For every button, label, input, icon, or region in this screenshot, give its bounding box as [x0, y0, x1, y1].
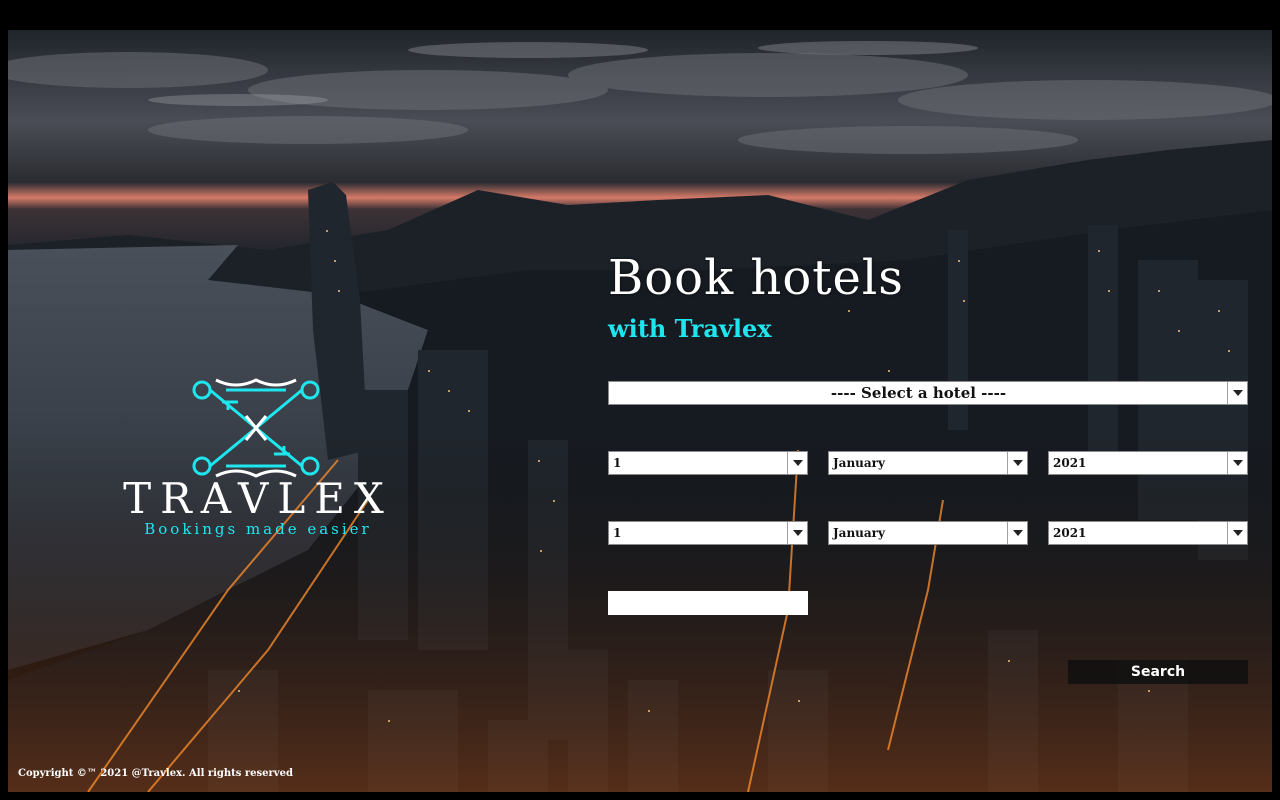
checkout-month-select[interactable]: January	[828, 521, 1028, 545]
checkout-year-value: 2021	[1053, 526, 1087, 540]
checkin-day-select[interactable]: 1	[608, 451, 808, 475]
checkin-day-value: 1	[613, 456, 622, 470]
logo-wordmark: TRAVLEX	[123, 474, 393, 523]
chevron-down-icon[interactable]	[1227, 522, 1247, 544]
chevron-down-icon[interactable]	[1227, 382, 1247, 404]
search-button[interactable]: Search	[1068, 660, 1248, 684]
checkin-month-value: January	[833, 456, 885, 470]
chevron-down-icon[interactable]	[1007, 522, 1027, 544]
brand-logo: TRAVLEX Bookings made easier	[106, 376, 410, 546]
hotel-select[interactable]: ---- Select a hotel ----	[608, 381, 1248, 405]
copyright-text: Copyright ©™ 2021 @Travlex. All rights r…	[18, 768, 293, 779]
chevron-down-icon[interactable]	[787, 452, 807, 474]
checkout-month-value: January	[833, 526, 885, 540]
checkout-day-select[interactable]: 1	[608, 521, 808, 545]
checkout-day-value: 1	[613, 526, 622, 540]
chevron-down-icon[interactable]	[787, 522, 807, 544]
logo-tagline: Bookings made easier	[144, 520, 372, 538]
background-photo: TRAVLEX Bookings made easier Book hotels…	[8, 30, 1272, 792]
checkin-year-select[interactable]: 2021	[1048, 451, 1248, 475]
crossed-keys-icon	[192, 378, 320, 478]
page-title: Book hotels	[608, 250, 904, 306]
page-subtitle: with Travlex	[608, 314, 772, 343]
checkin-month-select[interactable]: January	[828, 451, 1028, 475]
guest-input[interactable]	[608, 591, 808, 615]
hotel-select-value: ---- Select a hotel ----	[830, 384, 1007, 402]
chevron-down-icon[interactable]	[1007, 452, 1027, 474]
chevron-down-icon[interactable]	[1227, 452, 1247, 474]
checkin-year-value: 2021	[1053, 456, 1087, 470]
checkout-year-select[interactable]: 2021	[1048, 521, 1248, 545]
